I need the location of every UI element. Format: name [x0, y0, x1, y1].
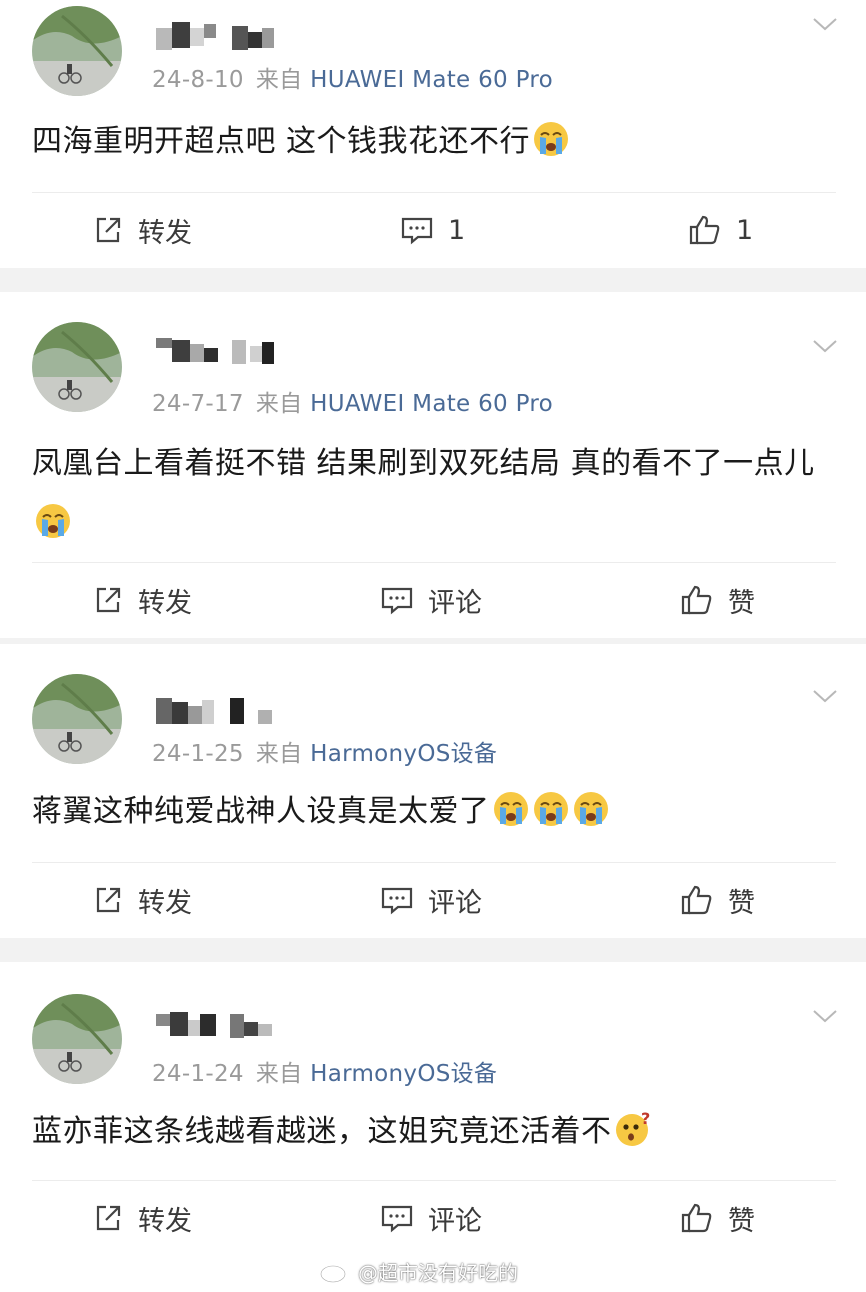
post-date: 24-7-17 — [152, 391, 244, 417]
chevron-down-icon[interactable] — [812, 336, 838, 356]
like-button[interactable]: 赞 — [680, 562, 755, 638]
post-text: 蓝亦菲这条线越看越迷，这姐究竟还活着不 — [32, 1114, 612, 1149]
repost-label: 转发 — [138, 1205, 192, 1237]
repost-label: 转发 — [138, 587, 192, 619]
watermark: @超市没有好吃的 — [318, 1257, 518, 1285]
avatar[interactable] — [32, 6, 122, 96]
post-source[interactable]: HarmonyOS设备 — [310, 1061, 497, 1087]
thumbs-up-icon — [681, 585, 712, 615]
repost-button[interactable]: 转发 — [92, 862, 192, 938]
like-label: 赞 — [728, 1205, 755, 1237]
post-gap — [0, 938, 866, 962]
repost-button[interactable]: 转发 — [92, 562, 192, 638]
watermark-text: @超市没有好吃的 — [358, 1260, 518, 1285]
post-card: 24-7-17 来自 HUAWEI Mate 60 Pro 凤凰台上看着挺不错 结… — [0, 292, 866, 638]
repost-icon — [96, 587, 121, 613]
post-date: 24-1-24 — [152, 1061, 244, 1087]
from-label: 来自 — [255, 1061, 303, 1087]
comment-button[interactable]: 评论 — [380, 562, 482, 638]
action-bar: 转发 评论 赞 — [0, 1180, 866, 1256]
username-blurred[interactable] — [156, 694, 286, 730]
post-meta: 24-8-10 来自 HUAWEI Mate 60 Pro — [152, 60, 553, 94]
weibo-logo-icon — [320, 1261, 350, 1283]
crying-face-emoji — [36, 504, 70, 538]
post-content: 四海重明开超点吧 这个钱我花还不行 — [32, 112, 836, 172]
from-label: 来自 — [255, 741, 303, 767]
username-blurred[interactable] — [156, 18, 286, 54]
comment-icon — [381, 887, 413, 915]
action-bar: 转发 1 1 — [0, 192, 866, 268]
post-card: 24-1-24 来自 HarmonyOS设备 蓝亦菲这条线越看越迷，这姐究竟还活着… — [0, 962, 866, 1292]
thumbs-up-icon — [681, 885, 712, 915]
post-card: 24-1-25 来自 HarmonyOS设备 蒋翼这种纯爱战神人设真是太爱了 转发… — [0, 644, 866, 938]
post-text: 凤凰台上看着挺不错 结果刷到双死结局 真的看不了一点儿 — [32, 446, 815, 481]
post-source[interactable]: HarmonyOS设备 — [310, 741, 497, 767]
post-meta: 24-1-24 来自 HarmonyOS设备 — [152, 1054, 497, 1088]
crying-face-emoji — [533, 792, 568, 826]
post-source[interactable]: HUAWEI Mate 60 Pro — [310, 391, 553, 417]
repost-icon — [96, 887, 121, 913]
avatar[interactable] — [32, 994, 122, 1084]
post-date: 24-1-25 — [152, 741, 244, 767]
comment-button[interactable]: 评论 — [380, 1180, 482, 1256]
like-button[interactable]: 赞 — [680, 1180, 755, 1256]
repost-label: 转发 — [138, 217, 192, 249]
comment-icon — [381, 587, 413, 615]
comment-label: 评论 — [428, 887, 482, 919]
action-bar: 转发 评论 赞 — [0, 562, 866, 638]
repost-icon — [96, 1205, 121, 1231]
thinking-face-emoji: ? — [615, 1110, 651, 1146]
comment-icon — [401, 217, 433, 245]
repost-icon — [96, 217, 121, 243]
like-button[interactable]: 赞 — [680, 862, 755, 938]
post-gap — [0, 268, 866, 292]
comment-button[interactable]: 1 — [400, 192, 465, 268]
post-content: 蒋翼这种纯爱战神人设真是太爱了 — [32, 782, 836, 842]
like-label: 赞 — [728, 587, 755, 619]
crying-face-emoji — [534, 122, 569, 156]
avatar[interactable] — [32, 674, 122, 764]
repost-button[interactable]: 转发 — [92, 192, 192, 268]
chevron-down-icon[interactable] — [812, 1006, 838, 1026]
username-blurred[interactable] — [156, 334, 286, 370]
post-source[interactable]: HUAWEI Mate 60 Pro — [310, 67, 553, 93]
crying-face-emoji — [493, 792, 528, 826]
from-label: 来自 — [255, 67, 303, 93]
thumbs-up-icon — [689, 215, 720, 245]
from-label: 来自 — [255, 391, 303, 417]
post-meta: 24-1-25 来自 HarmonyOS设备 — [152, 734, 497, 768]
post-content: 蓝亦菲这条线越看越迷，这姐究竟还活着不? — [32, 1102, 836, 1162]
like-label: 赞 — [728, 887, 755, 919]
comment-label: 1 — [448, 214, 466, 246]
svg-text:?: ? — [641, 1110, 651, 1128]
like-label: 1 — [736, 214, 754, 246]
post-date: 24-8-10 — [152, 67, 244, 93]
post-card: 24-8-10 来自 HUAWEI Mate 60 Pro 四海重明开超点吧 这个… — [0, 0, 866, 268]
post-content: 凤凰台上看着挺不错 结果刷到双死结局 真的看不了一点儿 — [32, 434, 836, 554]
username-blurred[interactable] — [156, 1008, 286, 1044]
chevron-down-icon[interactable] — [812, 686, 838, 706]
repost-label: 转发 — [138, 887, 192, 919]
comment-label: 评论 — [428, 587, 482, 619]
post-text: 四海重明开超点吧 这个钱我花还不行 — [32, 124, 531, 159]
action-bar: 转发 评论 赞 — [0, 862, 866, 938]
thumbs-up-icon — [681, 1203, 712, 1233]
like-button[interactable]: 1 — [688, 192, 753, 268]
post-text: 蒋翼这种纯爱战神人设真是太爱了 — [32, 794, 490, 829]
repost-button[interactable]: 转发 — [92, 1180, 192, 1256]
comment-icon — [381, 1205, 413, 1233]
comment-button[interactable]: 评论 — [380, 862, 482, 938]
crying-face-emoji — [573, 792, 608, 826]
chevron-down-icon[interactable] — [812, 14, 838, 34]
comment-label: 评论 — [428, 1205, 482, 1237]
avatar[interactable] — [32, 322, 122, 412]
post-meta: 24-7-17 来自 HUAWEI Mate 60 Pro — [152, 384, 553, 418]
